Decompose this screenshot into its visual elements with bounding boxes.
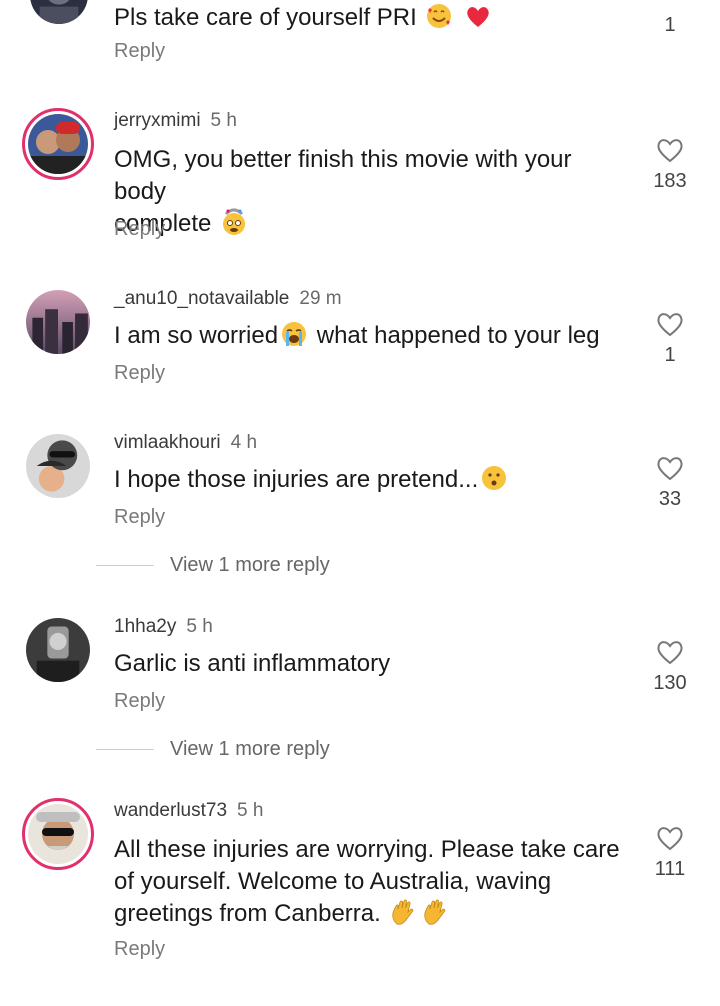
red-heart-icon <box>467 7 489 28</box>
username[interactable]: 1hha2y <box>114 616 176 637</box>
comment-text: Pls take care of yourself PRI <box>114 2 624 34</box>
username[interactable]: vimlaakhouri <box>114 432 221 453</box>
reply-button[interactable]: Reply <box>114 690 165 713</box>
heart-icon[interactable] <box>655 310 685 338</box>
user-avatar[interactable] <box>26 618 90 682</box>
comment-text: I am so worried what happened to your le… <box>114 320 624 352</box>
heart-icon[interactable] <box>655 824 685 852</box>
divider <box>96 749 154 750</box>
like-count: 183 <box>653 170 687 192</box>
divider <box>96 565 154 566</box>
user-avatar[interactable] <box>26 434 90 498</box>
like-control: 33 <box>650 454 690 511</box>
timestamp: 5 h <box>186 616 213 637</box>
comment-text-line: greetings from Canberra. <box>114 898 624 930</box>
like-count: 1 <box>664 14 676 36</box>
comment-text-content: what happened to your leg <box>316 322 600 349</box>
view-more-replies-label[interactable]: View 1 more reply <box>170 554 330 577</box>
comment-meta: 1hha2y 5 h <box>114 616 213 638</box>
chevron-icon[interactable] <box>655 0 685 4</box>
comment-text-content: greetings from Canberra. <box>114 900 381 927</box>
timestamp: 4 h <box>230 432 258 453</box>
comment-text: All these injuries are worrying. Please … <box>114 834 624 930</box>
view-more-replies[interactable]: View 1 more reply <box>96 738 330 761</box>
reply-button[interactable]: Reply <box>114 40 165 63</box>
timestamp: 5 h <box>210 110 237 131</box>
waving-hand-icon <box>424 899 446 925</box>
comment-text-line: of yourself. Welcome to Australia, wavin… <box>114 868 552 895</box>
comment-text: I hope those injuries are pretend... <box>114 464 624 496</box>
username[interactable]: wanderlust73 <box>114 800 227 821</box>
comment-text-content: Pls take care of yourself PRI <box>114 4 417 31</box>
avatar-image <box>26 434 90 498</box>
comment-meta: wanderlust73 5 h <box>114 800 263 822</box>
comment-text-line: All these injuries are worrying. Please … <box>114 836 620 863</box>
reply-button[interactable]: Reply <box>114 506 165 529</box>
comment-text-content: Garlic is anti inflammatory <box>114 650 391 677</box>
loudly-crying-face-icon <box>282 322 307 346</box>
comment-text-line: complete <box>114 208 624 240</box>
like-control: 1 <box>650 310 690 367</box>
comment-text-content: I am so worried <box>114 322 279 349</box>
like-control: 130 <box>650 638 690 695</box>
comment-text-line: OMG, you better finish this movie with y… <box>114 146 572 205</box>
reply-button[interactable]: Reply <box>114 938 165 961</box>
view-more-replies-label[interactable]: View 1 more reply <box>170 738 330 761</box>
reply-button[interactable]: Reply <box>114 218 165 241</box>
user-avatar[interactable] <box>26 290 90 354</box>
waving-hand-icon <box>392 899 414 925</box>
avatar-image <box>30 0 88 24</box>
avatar-image <box>26 618 90 682</box>
avatar-image <box>28 114 88 174</box>
comment-text-content: I hope those injuries are pretend... <box>114 466 479 493</box>
user-avatar[interactable] <box>30 0 88 24</box>
like-control: 1 <box>650 0 690 37</box>
like-count: 33 <box>658 488 682 510</box>
comment-meta: _anu10_notavailable 29 m <box>114 288 342 310</box>
like-count: 1 <box>664 344 676 366</box>
exploding-head-icon <box>223 208 246 235</box>
comment-meta: vimlaakhouri 4 h <box>114 432 257 454</box>
avatar-image <box>28 804 88 864</box>
heart-icon[interactable] <box>655 454 685 482</box>
view-more-replies[interactable]: View 1 more reply <box>96 554 330 577</box>
heart-icon[interactable] <box>655 638 685 666</box>
username[interactable]: _anu10_notavailable <box>114 288 289 309</box>
username[interactable]: jerryxmimi <box>114 110 201 131</box>
timestamp: 5 h <box>237 800 264 821</box>
timestamp: 29 m <box>299 288 342 309</box>
hushed-face-icon <box>482 466 507 490</box>
like-count: 111 <box>654 858 686 880</box>
like-control: 111 <box>650 824 690 881</box>
smiling-face-with-hearts-icon <box>427 4 452 28</box>
comment-text: Garlic is anti inflammatory <box>114 648 624 680</box>
like-count: 130 <box>653 672 687 694</box>
reply-button[interactable]: Reply <box>114 362 165 385</box>
comment-meta: jerryxmimi 5 h <box>114 110 237 132</box>
avatar-image <box>26 290 90 354</box>
like-control: 183 <box>650 136 690 193</box>
user-avatar[interactable] <box>22 798 94 870</box>
comment-text: OMG, you better finish this movie with y… <box>114 144 624 240</box>
user-avatar[interactable] <box>22 108 94 180</box>
heart-icon[interactable] <box>655 136 685 164</box>
